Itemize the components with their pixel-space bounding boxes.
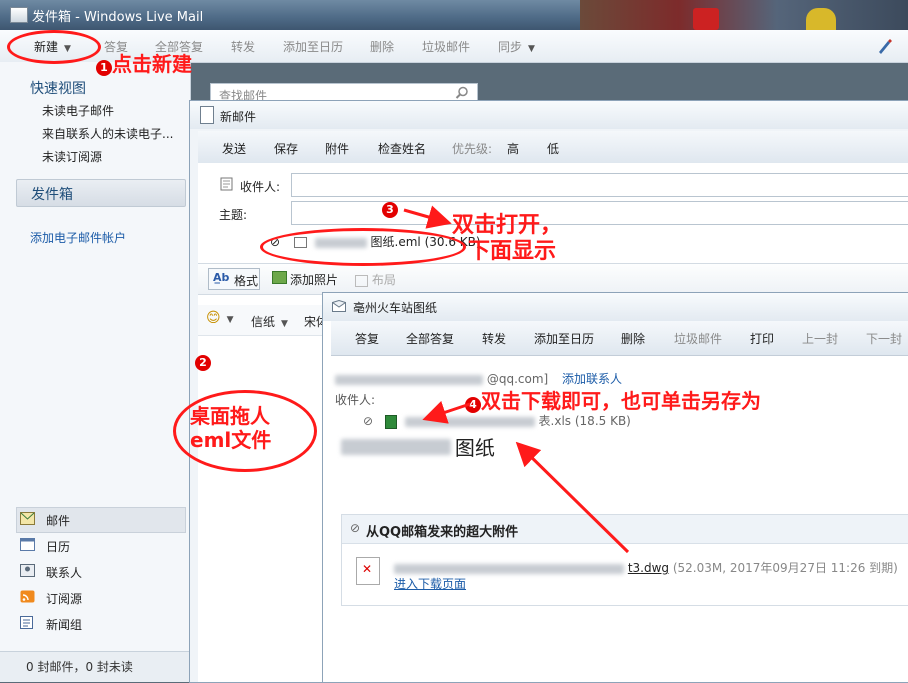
arrow-to-body	[515, 441, 630, 554]
annotation-arrows	[403, 205, 630, 554]
arrow-to-annotation-3	[403, 205, 452, 229]
arrow-to-xls	[422, 400, 471, 424]
